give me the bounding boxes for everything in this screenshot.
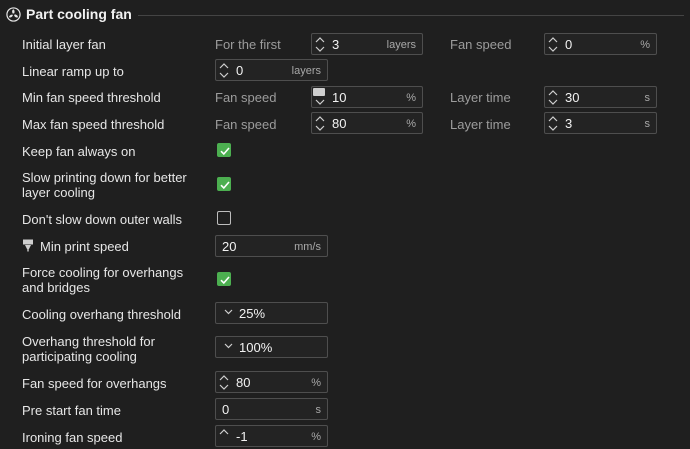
overhang-threshold-label-line2: participating cooling: [22, 349, 137, 364]
keep-fan-on-label: Keep fan always on: [22, 144, 136, 159]
checkmark-icon: [220, 276, 230, 285]
cooling-overhang-value: 25%: [239, 306, 266, 321]
checkmark-icon: [220, 181, 230, 190]
force-cooling-label-line1: Force cooling for overhangs: [22, 265, 184, 280]
row-dont-slow-outer: Don't slow down outer walls: [0, 208, 690, 230]
cooling-overhang-select[interactable]: 25%: [215, 302, 328, 324]
fan-speed-overhangs-input[interactable]: 80 %: [215, 371, 328, 393]
row-ironing-fan: Ironing fan speed -1 %: [0, 425, 690, 449]
spin-arrows-icon[interactable]: [216, 60, 232, 80]
overhang-threshold-value: 100%: [239, 340, 273, 355]
initial-layer-count-unit: layers: [386, 39, 416, 51]
ironing-fan-label: Ironing fan speed: [22, 430, 123, 445]
min-threshold-fan-speed-label: Fan speed: [215, 90, 277, 105]
initial-layer-count-input[interactable]: 3 layers: [311, 33, 423, 55]
linear-ramp-unit: layers: [291, 65, 321, 77]
max-threshold-label: Max fan speed threshold: [22, 117, 165, 132]
spin-arrows-icon[interactable]: [545, 87, 561, 107]
min-threshold-layer-time-value: 30: [565, 90, 580, 105]
checkmark-icon: [220, 147, 230, 156]
linear-ramp-value: 0: [236, 63, 244, 78]
dont-slow-outer-label: Don't slow down outer walls: [22, 212, 182, 227]
linear-ramp-label: Linear ramp up to: [22, 64, 124, 79]
spin-arrows-icon[interactable]: [216, 426, 232, 446]
spin-arrows-icon[interactable]: [216, 372, 232, 392]
ironing-fan-value: -1: [236, 429, 248, 444]
spin-arrows-icon[interactable]: [312, 34, 328, 54]
initial-layer-fan-label: Initial layer fan: [22, 37, 106, 52]
max-threshold-layer-time-label: Layer time: [450, 117, 511, 132]
row-linear-ramp: Linear ramp up to 0 layers: [0, 59, 690, 83]
section-header: Part cooling fan: [0, 0, 690, 30]
force-cooling-checkbox[interactable]: [217, 272, 231, 286]
row-min-fan-speed-threshold: Min fan speed threshold Fan speed 10 % L…: [0, 85, 690, 109]
min-print-speed-unit: mm/s: [294, 241, 321, 253]
row-min-print-speed: Min print speed 20 mm/s: [0, 234, 690, 258]
fan-speed-overhangs-value: 80: [236, 375, 251, 390]
fan-speed-overhangs-unit: %: [311, 377, 321, 389]
spin-up-disabled-icon: [313, 88, 325, 96]
initial-layer-for-first-label: For the first: [215, 37, 281, 52]
min-print-speed-label: Min print speed: [40, 239, 129, 254]
ironing-fan-unit: %: [311, 431, 321, 443]
cooling-overhang-label: Cooling overhang threshold: [22, 307, 181, 322]
slow-printing-checkbox[interactable]: [217, 177, 231, 191]
min-threshold-layer-time-label: Layer time: [450, 90, 511, 105]
spin-arrows-icon[interactable]: [312, 113, 328, 133]
row-pre-start-fan: Pre start fan time 0 s: [0, 398, 690, 422]
fan-speed-overhangs-label: Fan speed for overhangs: [22, 376, 167, 391]
slow-printing-label-line1: Slow printing down for better: [22, 170, 187, 185]
overhang-threshold-select[interactable]: 100%: [215, 336, 328, 358]
spin-arrows-icon[interactable]: [545, 113, 561, 133]
section-title: Part cooling fan: [26, 6, 132, 22]
min-threshold-fan-speed-value: 10: [332, 90, 347, 105]
spin-arrows-icon[interactable]: [312, 87, 328, 107]
row-force-cooling: Force cooling for overhangs and bridges: [0, 265, 690, 299]
max-threshold-layer-time-value: 3: [565, 116, 573, 131]
max-threshold-fan-speed-label: Fan speed: [215, 117, 277, 132]
min-threshold-fan-speed-unit: %: [406, 92, 416, 104]
pre-start-fan-label: Pre start fan time: [22, 403, 121, 418]
initial-layer-count-value: 3: [332, 37, 340, 52]
pre-start-fan-input[interactable]: 0 s: [215, 398, 328, 420]
row-initial-layer-fan: Initial layer fan For the first 3 layers…: [0, 32, 690, 56]
chevron-down-icon: [224, 343, 233, 349]
section-divider: [138, 15, 684, 16]
min-threshold-label: Min fan speed threshold: [22, 90, 161, 105]
row-fan-speed-overhangs: Fan speed for overhangs 80 %: [0, 371, 690, 395]
initial-layer-fan-speed-value: 0: [565, 37, 573, 52]
max-threshold-fan-speed-unit: %: [406, 118, 416, 130]
nozzle-icon: [23, 239, 33, 252]
ironing-fan-input[interactable]: -1 %: [215, 425, 328, 447]
min-threshold-layer-time-unit: s: [644, 92, 651, 104]
max-threshold-layer-time-input[interactable]: 3 s: [544, 112, 657, 134]
dont-slow-outer-checkbox[interactable]: [217, 211, 231, 225]
row-overhang-threshold: Overhang threshold for participating coo…: [0, 334, 690, 368]
initial-layer-fan-speed-label: Fan speed: [450, 37, 512, 52]
spin-arrows-icon[interactable]: [545, 34, 561, 54]
min-print-speed-value: 20: [222, 239, 237, 254]
max-threshold-fan-speed-value: 80: [332, 116, 347, 131]
overhang-threshold-label-line1: Overhang threshold for: [22, 334, 155, 349]
row-max-fan-speed-threshold: Max fan speed threshold Fan speed 80 % L…: [0, 112, 690, 136]
min-threshold-fan-speed-input[interactable]: 10 %: [311, 86, 423, 108]
fan-icon: [6, 7, 21, 22]
initial-layer-fan-speed-input[interactable]: 0 %: [544, 33, 657, 55]
pre-start-fan-unit: s: [315, 404, 322, 416]
max-threshold-layer-time-unit: s: [644, 118, 651, 130]
min-threshold-layer-time-input[interactable]: 30 s: [544, 86, 657, 108]
max-threshold-fan-speed-input[interactable]: 80 %: [311, 112, 423, 134]
row-cooling-overhang: Cooling overhang threshold 25%: [0, 302, 690, 326]
keep-fan-on-checkbox[interactable]: [217, 143, 231, 157]
chevron-down-icon: [224, 309, 233, 315]
min-print-speed-input[interactable]: 20 mm/s: [215, 235, 328, 257]
row-keep-fan-on: Keep fan always on: [0, 140, 690, 162]
initial-layer-fan-speed-unit: %: [640, 39, 650, 51]
force-cooling-label-line2: and bridges: [22, 280, 90, 295]
linear-ramp-input[interactable]: 0 layers: [215, 59, 328, 81]
row-slow-printing: Slow printing down for better layer cool…: [0, 170, 690, 204]
slow-printing-label-line2: layer cooling: [22, 185, 95, 200]
pre-start-fan-value: 0: [222, 402, 230, 417]
